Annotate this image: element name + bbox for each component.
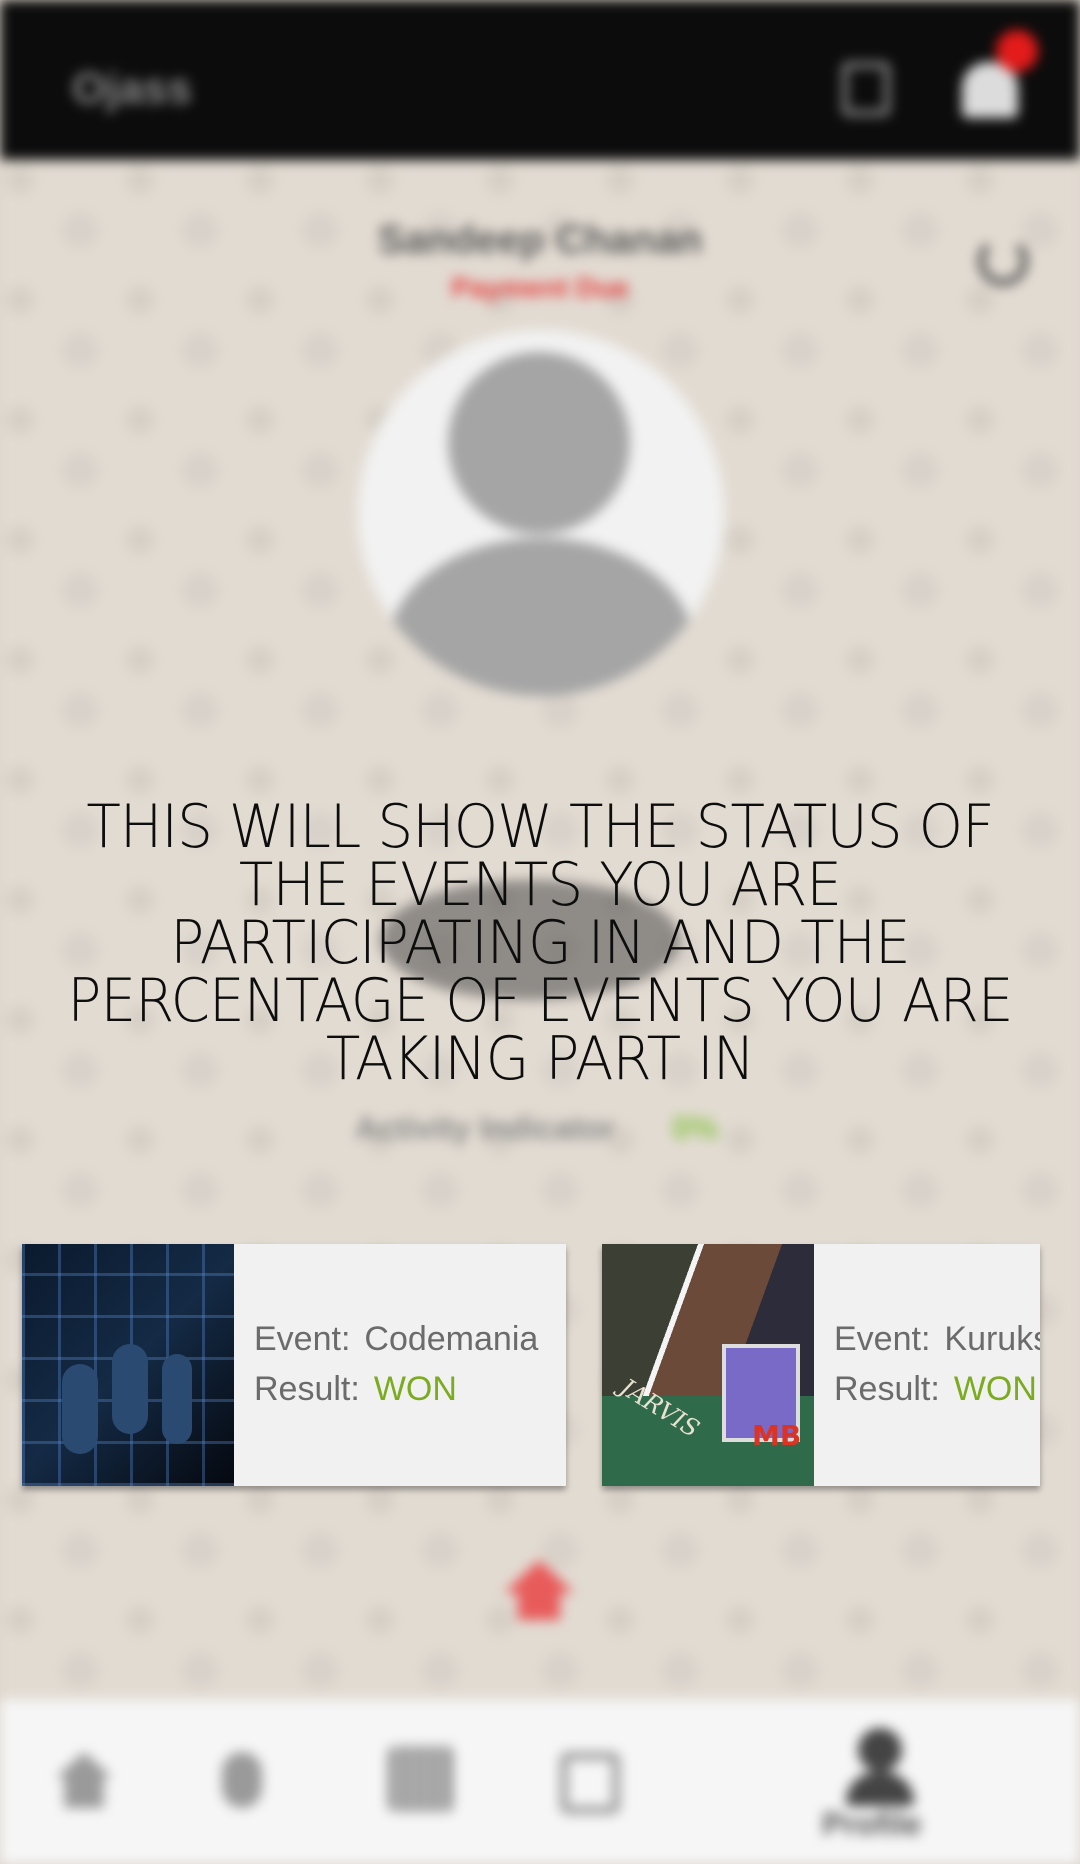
event-thumbnail-robot: JARVIS MB (602, 1244, 814, 1486)
bookmark-icon[interactable] (842, 62, 890, 116)
event-card-text: Event: Kurukshetra Result: WON (834, 1314, 1040, 1414)
event-name: Codemania (364, 1320, 539, 1358)
profile-name: Sandeep Chanan (377, 218, 703, 262)
event-result: WON (953, 1370, 1037, 1408)
event-name: Kurukshetra (944, 1320, 1040, 1358)
activity-label: Activity Indicator (355, 1110, 615, 1146)
top-app-bar: Ojass (0, 0, 1080, 160)
event-card[interactable]: Event: Codemania Result: WON (22, 1244, 566, 1486)
dance-icon[interactable] (222, 1752, 262, 1808)
profile-icon[interactable] (858, 1728, 902, 1772)
result-label: Result: (834, 1370, 940, 1408)
refresh-icon[interactable] (978, 236, 1028, 286)
notification-badge (996, 30, 1038, 72)
nav-profile-label[interactable]: Profile (822, 1806, 922, 1843)
event-card-text: Event: Codemania Result: WON (254, 1314, 538, 1414)
result-label: Result: (254, 1370, 360, 1408)
app-brand: Ojass (72, 64, 192, 113)
activity-value: 0% (672, 1110, 719, 1146)
robot-mark: MB (752, 1419, 802, 1452)
event-label: Event: (834, 1320, 931, 1358)
event-thumbnail-keyboard (22, 1244, 234, 1486)
avatar-head (448, 352, 630, 534)
avatar-torso (388, 538, 694, 696)
avatar[interactable] (358, 330, 724, 696)
tutorial-overlay-text: THIS WILL SHOW THE STATUS OF THE EVENTS … (67, 792, 1013, 1094)
payment-status: Payment Due (451, 272, 629, 303)
calendar-icon[interactable] (560, 1752, 620, 1814)
qr-code-icon[interactable] (388, 1746, 454, 1812)
event-result: WON (373, 1370, 457, 1408)
event-card[interactable]: JARVIS MB Event: Kurukshetra Result: WON (602, 1244, 1040, 1486)
event-label: Event: (254, 1320, 351, 1358)
